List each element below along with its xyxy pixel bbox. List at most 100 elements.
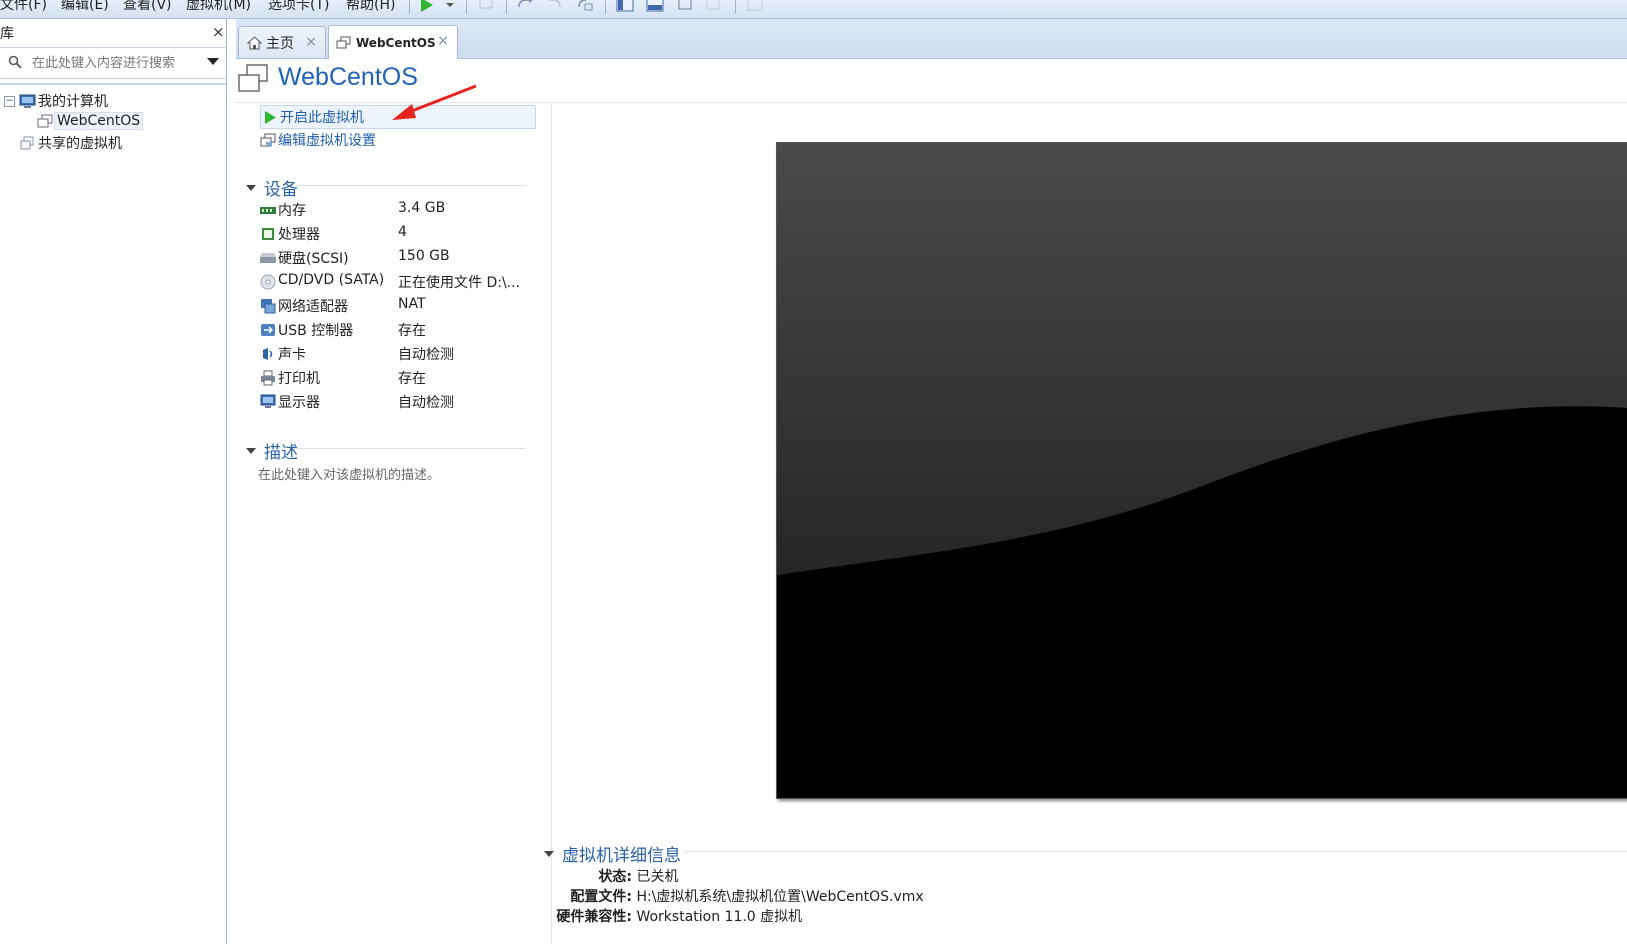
detail-key: 硬件兼容性: [556, 909, 632, 925]
device-value: 存在 [398, 371, 426, 387]
usb-icon [261, 324, 275, 336]
chevron-down-icon[interactable] [207, 58, 219, 65]
tree-item-webcentos[interactable]: WebCentOS [37, 112, 144, 130]
device-row-printer[interactable]: 打印机 存在 [260, 367, 545, 389]
close-icon[interactable]: × [212, 23, 225, 41]
vm-screen-thumbnail[interactable] [776, 142, 1627, 799]
toolbar-separator [409, 0, 410, 14]
sound-icon [263, 348, 273, 360]
play-icon [265, 110, 276, 124]
tab-strip: 主页 × WebCentOS × [236, 19, 1627, 59]
detail-key: 状态: [598, 869, 632, 885]
computer-icon [19, 94, 36, 108]
send-keys-icon[interactable] [478, 0, 496, 13]
device-name: 硬盘(SCSI) [278, 251, 349, 267]
chevron-down-icon[interactable] [441, 0, 454, 13]
tree-item-shared-vms[interactable]: 共享的虚拟机 [19, 133, 124, 153]
search-icon [8, 55, 22, 69]
divider [686, 851, 1627, 852]
device-value: 3.4 GB [398, 200, 446, 216]
collapse-icon [246, 184, 256, 191]
vm-info-column: 开启此虚拟机 编辑虚拟机设置 设备 内存 3.4 GB 处理器 4 硬盘(SCS… [236, 103, 552, 944]
thumbnail-view-icon[interactable] [646, 0, 664, 13]
tree-collapse-toggle[interactable]: − [4, 96, 15, 107]
snapshot-manager-icon[interactable] [576, 0, 594, 13]
menu-view[interactable]: 查看(V) [123, 0, 172, 14]
printer-icon [261, 370, 275, 386]
memory-icon [260, 207, 276, 214]
library-view-icon[interactable] [616, 0, 634, 13]
vm-details-section-title: 虚拟机详细信息 [562, 846, 681, 866]
description-section-toggle[interactable]: 描述 [246, 438, 298, 463]
device-value: 正在使用文件 D:\... [398, 275, 521, 291]
detail-row-status: 状态: 已关机 [548, 866, 678, 886]
divider [296, 448, 526, 449]
library-title: 库 [0, 26, 14, 42]
device-row-cdrom[interactable]: CD/DVD (SATA) 正在使用文件 D:\... [260, 271, 545, 293]
menu-vm[interactable]: 虚拟机(M) [186, 0, 251, 14]
device-name: 打印机 [278, 371, 320, 387]
detail-value: H:\虚拟机系统\虚拟机位置\WebCentOS.vmx [636, 889, 924, 905]
fullscreen-icon[interactable] [676, 0, 694, 13]
description-section-title: 描述 [264, 443, 298, 463]
tab-webcentos[interactable]: WebCentOS × [328, 25, 458, 59]
cdrom-icon [260, 274, 276, 290]
device-row-harddisk[interactable]: 硬盘(SCSI) 150 GB [260, 247, 545, 269]
library-panel: 库 × − 我的计算机 WebCentOS 共享的虚拟机 [0, 19, 227, 944]
description-field[interactable]: 在此处键入对该虚拟机的描述。 [258, 464, 440, 483]
device-row-cpu[interactable]: 处理器 4 [260, 223, 545, 245]
device-value: 自动检测 [398, 347, 454, 363]
divider [296, 185, 526, 186]
menu-bar: 文件(F) 编辑(E) 查看(V) 虚拟机(M) 选项卡(T) 帮助(H) [0, 0, 1627, 19]
devices-section-toggle[interactable]: 设备 [246, 175, 298, 200]
revert-snapshot-icon[interactable] [546, 0, 564, 13]
menu-edit[interactable]: 编辑(E) [61, 0, 109, 14]
menu-tabs[interactable]: 选项卡(T) [268, 0, 329, 14]
device-value: 4 [398, 224, 407, 240]
settings-icon [260, 133, 276, 146]
device-name: 显示器 [278, 395, 320, 411]
detail-value: 已关机 [636, 869, 679, 885]
search-input[interactable] [30, 52, 199, 74]
device-row-sound[interactable]: 声卡 自动检测 [260, 343, 545, 365]
device-row-memory[interactable]: 内存 3.4 GB [260, 199, 545, 221]
device-name: CD/DVD (SATA) [278, 272, 385, 288]
device-name: 内存 [278, 203, 306, 219]
vm-icon [336, 36, 351, 48]
tab-label: 主页 [266, 35, 294, 52]
toolbar-separator [506, 0, 507, 14]
toolbar-separator [466, 0, 467, 14]
home-icon [247, 35, 262, 49]
vm-details-section-toggle[interactable]: 虚拟机详细信息 [544, 841, 681, 866]
device-row-monitor[interactable]: 显示器 自动检测 [260, 391, 545, 413]
vm-summary-page: WebCentOS 开启此虚拟机 编辑虚拟机设置 设备 内存 3.4 GB 处理… [236, 59, 1627, 944]
tab-home[interactable]: 主页 × [238, 26, 326, 58]
menu-file[interactable]: 文件(F) [0, 0, 47, 14]
device-row-network[interactable]: 网络适配器 NAT [260, 295, 545, 317]
devices-section-title: 设备 [264, 180, 298, 200]
snapshot-icon[interactable] [516, 0, 534, 13]
device-name: 网络适配器 [278, 299, 348, 315]
tree-item-my-computer[interactable]: 我的计算机 [19, 91, 110, 111]
device-row-usb[interactable]: USB 控制器 存在 [260, 319, 545, 341]
tree-item-label: 我的计算机 [38, 94, 108, 110]
device-name: 处理器 [278, 227, 320, 243]
close-icon[interactable]: × [437, 33, 449, 49]
unity-icon[interactable] [704, 0, 722, 13]
thumbnail-graphic [777, 143, 1627, 798]
edit-settings-button[interactable]: 编辑虚拟机设置 [260, 129, 376, 151]
close-icon[interactable]: × [305, 34, 317, 50]
menu-help[interactable]: 帮助(H) [346, 0, 395, 14]
shared-vm-icon [20, 136, 34, 149]
device-value: 自动检测 [398, 395, 454, 411]
toolbar-separator [735, 0, 736, 14]
detail-row-hw-compat: 硬件兼容性: Workstation 11.0 虚拟机 [548, 906, 802, 926]
cpu-icon [262, 228, 274, 240]
power-on-label: 开启此虚拟机 [280, 110, 364, 126]
edit-settings-label: 编辑虚拟机设置 [278, 133, 376, 149]
console-view-icon[interactable] [746, 0, 764, 13]
vm-icon [37, 114, 53, 127]
play-icon[interactable] [419, 0, 437, 13]
network-icon [261, 299, 276, 314]
tree-item-label: 共享的虚拟机 [38, 136, 122, 152]
